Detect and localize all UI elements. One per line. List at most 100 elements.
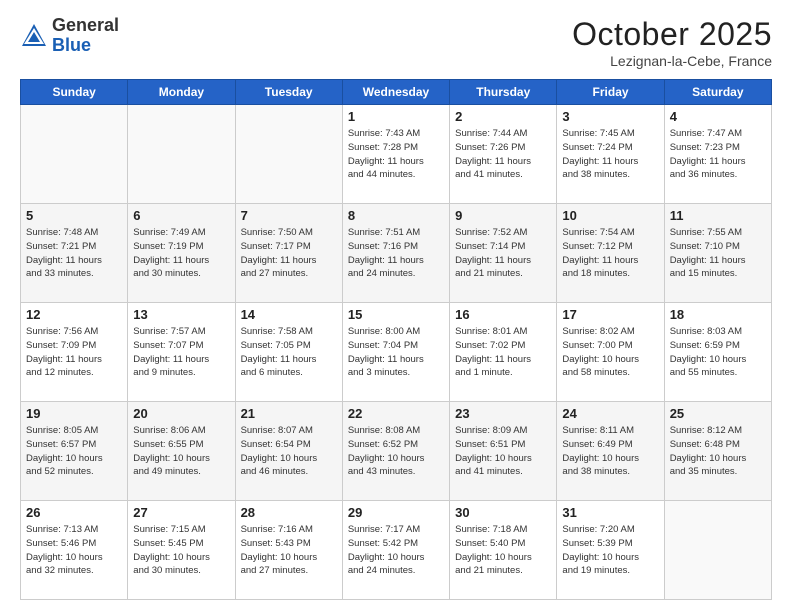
- calendar-week-row: 1 Sunrise: 7:43 AM Sunset: 7:28 PM Daylig…: [21, 105, 772, 204]
- calendar-cell: 29 Sunrise: 7:17 AM Sunset: 5:42 PM Dayli…: [342, 501, 449, 600]
- calendar-cell: 11 Sunrise: 7:55 AM Sunset: 7:10 PM Dayli…: [664, 204, 771, 303]
- calendar-cell: 1 Sunrise: 7:43 AM Sunset: 7:28 PM Daylig…: [342, 105, 449, 204]
- logo-general: General: [52, 16, 119, 36]
- logo-icon: [20, 22, 48, 50]
- calendar-cell: 7Sunrise: 7:50 AM Sunset: 7:17 PM Daylig…: [235, 204, 342, 303]
- day-number: 8: [348, 208, 444, 223]
- calendar-cell: 2Sunrise: 7:44 AM Sunset: 7:26 PM Daylig…: [450, 105, 557, 204]
- day-info: Sunrise: 7:51 AM Sunset: 7:16 PM Dayligh…: [348, 226, 444, 281]
- day-number: 17: [562, 307, 658, 322]
- day-number: 12: [26, 307, 122, 322]
- day-info: Sunrise: 8:00 AM Sunset: 7:04 PM Dayligh…: [348, 325, 444, 380]
- calendar-cell: 20 Sunrise: 8:06 AM Sunset: 6:55 PM Dayli…: [128, 402, 235, 501]
- calendar-cell: 8 Sunrise: 7:51 AM Sunset: 7:16 PM Daylig…: [342, 204, 449, 303]
- day-number: 9: [455, 208, 551, 223]
- day-number: 15: [348, 307, 444, 322]
- calendar-cell: 24 Sunrise: 8:11 AM Sunset: 6:49 PM Dayli…: [557, 402, 664, 501]
- day-info: Sunrise: 8:03 AM Sunset: 6:59 PM Dayligh…: [670, 325, 766, 380]
- day-info: Sunrise: 8:01 AM Sunset: 7:02 PM Dayligh…: [455, 325, 551, 380]
- day-info: Sunrise: 7:48 AM Sunset: 7:21 PM Dayligh…: [26, 226, 122, 281]
- calendar-cell: 9 Sunrise: 7:52 AM Sunset: 7:14 PM Daylig…: [450, 204, 557, 303]
- day-info: Sunrise: 7:17 AM Sunset: 5:42 PM Dayligh…: [348, 523, 444, 578]
- day-info: Sunrise: 8:05 AM Sunset: 6:57 PM Dayligh…: [26, 424, 122, 479]
- calendar-week-row: 5 Sunrise: 7:48 AM Sunset: 7:21 PM Daylig…: [21, 204, 772, 303]
- day-number: 13: [133, 307, 229, 322]
- day-info: Sunrise: 7:15 AM Sunset: 5:45 PM Dayligh…: [133, 523, 229, 578]
- calendar-cell: 26Sunrise: 7:13 AM Sunset: 5:46 PM Dayli…: [21, 501, 128, 600]
- calendar-week-row: 12 Sunrise: 7:56 AM Sunset: 7:09 PM Dayli…: [21, 303, 772, 402]
- day-number: 26: [26, 505, 122, 520]
- day-number: 18: [670, 307, 766, 322]
- calendar-week-row: 19 Sunrise: 8:05 AM Sunset: 6:57 PM Dayli…: [21, 402, 772, 501]
- calendar-cell: 16 Sunrise: 8:01 AM Sunset: 7:02 PM Dayli…: [450, 303, 557, 402]
- day-number: 24: [562, 406, 658, 421]
- day-info: Sunrise: 7:18 AM Sunset: 5:40 PM Dayligh…: [455, 523, 551, 578]
- calendar-cell: 14 Sunrise: 7:58 AM Sunset: 7:05 PM Dayli…: [235, 303, 342, 402]
- day-number: 11: [670, 208, 766, 223]
- day-info: Sunrise: 7:58 AM Sunset: 7:05 PM Dayligh…: [241, 325, 337, 380]
- day-info: Sunrise: 7:52 AM Sunset: 7:14 PM Dayligh…: [455, 226, 551, 281]
- day-info: Sunrise: 7:57 AM Sunset: 7:07 PM Dayligh…: [133, 325, 229, 380]
- calendar-header-wednesday: Wednesday: [342, 80, 449, 105]
- calendar-cell: 3 Sunrise: 7:45 AM Sunset: 7:24 PM Daylig…: [557, 105, 664, 204]
- day-info: Sunrise: 8:06 AM Sunset: 6:55 PM Dayligh…: [133, 424, 229, 479]
- day-info: Sunrise: 7:56 AM Sunset: 7:09 PM Dayligh…: [26, 325, 122, 380]
- calendar-cell: [21, 105, 128, 204]
- day-number: 19: [26, 406, 122, 421]
- day-info: Sunrise: 7:45 AM Sunset: 7:24 PM Dayligh…: [562, 127, 658, 182]
- calendar-cell: 28 Sunrise: 7:16 AM Sunset: 5:43 PM Dayli…: [235, 501, 342, 600]
- calendar-cell: 17 Sunrise: 8:02 AM Sunset: 7:00 PM Dayli…: [557, 303, 664, 402]
- day-info: Sunrise: 8:11 AM Sunset: 6:49 PM Dayligh…: [562, 424, 658, 479]
- calendar-cell: 15 Sunrise: 8:00 AM Sunset: 7:04 PM Dayli…: [342, 303, 449, 402]
- day-info: Sunrise: 7:54 AM Sunset: 7:12 PM Dayligh…: [562, 226, 658, 281]
- calendar-cell: 10 Sunrise: 7:54 AM Sunset: 7:12 PM Dayli…: [557, 204, 664, 303]
- calendar-cell: [128, 105, 235, 204]
- header: General Blue October 2025 Lezignan-la-Ce…: [20, 16, 772, 69]
- month-title: October 2025: [572, 16, 772, 53]
- page: General Blue October 2025 Lezignan-la-Ce…: [0, 0, 792, 612]
- logo-text: General Blue: [52, 16, 119, 56]
- calendar-cell: 27Sunrise: 7:15 AM Sunset: 5:45 PM Dayli…: [128, 501, 235, 600]
- day-number: 21: [241, 406, 337, 421]
- title-block: October 2025 Lezignan-la-Cebe, France: [572, 16, 772, 69]
- day-number: 16: [455, 307, 551, 322]
- calendar-cell: 30 Sunrise: 7:18 AM Sunset: 5:40 PM Dayli…: [450, 501, 557, 600]
- calendar-header-friday: Friday: [557, 80, 664, 105]
- day-number: 7: [241, 208, 337, 223]
- calendar-header-thursday: Thursday: [450, 80, 557, 105]
- calendar-header-sunday: Sunday: [21, 80, 128, 105]
- calendar-cell: 5 Sunrise: 7:48 AM Sunset: 7:21 PM Daylig…: [21, 204, 128, 303]
- day-info: Sunrise: 8:02 AM Sunset: 7:00 PM Dayligh…: [562, 325, 658, 380]
- day-number: 14: [241, 307, 337, 322]
- day-info: Sunrise: 7:16 AM Sunset: 5:43 PM Dayligh…: [241, 523, 337, 578]
- logo-blue: Blue: [52, 36, 119, 56]
- calendar-header-monday: Monday: [128, 80, 235, 105]
- day-info: Sunrise: 8:09 AM Sunset: 6:51 PM Dayligh…: [455, 424, 551, 479]
- calendar-cell: 22Sunrise: 8:08 AM Sunset: 6:52 PM Dayli…: [342, 402, 449, 501]
- day-number: 1: [348, 109, 444, 124]
- calendar-cell: 21 Sunrise: 8:07 AM Sunset: 6:54 PM Dayli…: [235, 402, 342, 501]
- day-number: 20: [133, 406, 229, 421]
- calendar-cell: 6Sunrise: 7:49 AM Sunset: 7:19 PM Daylig…: [128, 204, 235, 303]
- day-info: Sunrise: 8:12 AM Sunset: 6:48 PM Dayligh…: [670, 424, 766, 479]
- calendar-cell: 12 Sunrise: 7:56 AM Sunset: 7:09 PM Dayli…: [21, 303, 128, 402]
- day-number: 28: [241, 505, 337, 520]
- calendar-cell: 4Sunrise: 7:47 AM Sunset: 7:23 PM Daylig…: [664, 105, 771, 204]
- day-info: Sunrise: 7:55 AM Sunset: 7:10 PM Dayligh…: [670, 226, 766, 281]
- day-number: 5: [26, 208, 122, 223]
- day-info: Sunrise: 7:20 AM Sunset: 5:39 PM Dayligh…: [562, 523, 658, 578]
- calendar-week-row: 26Sunrise: 7:13 AM Sunset: 5:46 PM Dayli…: [21, 501, 772, 600]
- day-number: 4: [670, 109, 766, 124]
- day-info: Sunrise: 8:07 AM Sunset: 6:54 PM Dayligh…: [241, 424, 337, 479]
- day-number: 23: [455, 406, 551, 421]
- calendar-cell: [235, 105, 342, 204]
- calendar-cell: 18 Sunrise: 8:03 AM Sunset: 6:59 PM Dayli…: [664, 303, 771, 402]
- calendar-cell: 13 Sunrise: 7:57 AM Sunset: 7:07 PM Dayli…: [128, 303, 235, 402]
- day-info: Sunrise: 7:43 AM Sunset: 7:28 PM Dayligh…: [348, 127, 444, 182]
- day-number: 30: [455, 505, 551, 520]
- day-number: 29: [348, 505, 444, 520]
- day-number: 25: [670, 406, 766, 421]
- calendar-cell: 19 Sunrise: 8:05 AM Sunset: 6:57 PM Dayli…: [21, 402, 128, 501]
- day-number: 3: [562, 109, 658, 124]
- day-number: 10: [562, 208, 658, 223]
